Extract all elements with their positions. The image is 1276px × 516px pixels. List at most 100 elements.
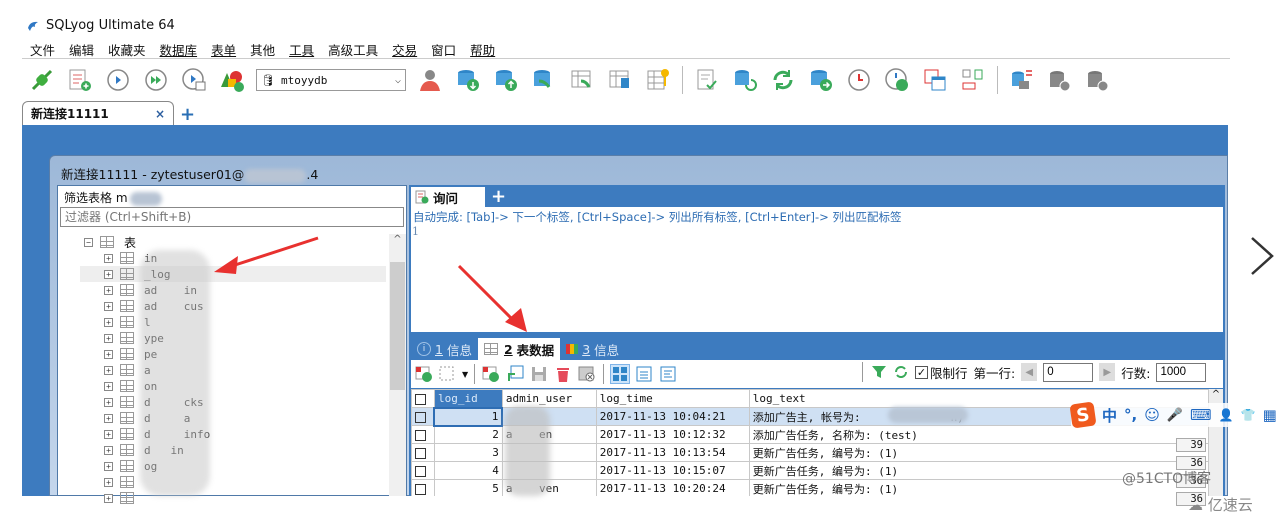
- cell-log-id[interactable]: 4: [433, 461, 503, 480]
- column-header-admin-user[interactable]: admin_user: [501, 389, 597, 408]
- expand-icon[interactable]: +: [104, 461, 113, 471]
- execute-all-button[interactable]: [142, 66, 170, 94]
- restore-db-button[interactable]: [492, 66, 520, 94]
- menu-window[interactable]: 窗口: [431, 40, 456, 59]
- expand-icon[interactable]: +: [104, 381, 113, 391]
- emoji-icon[interactable]: ☺: [1144, 406, 1160, 424]
- dropdown-icon[interactable]: ▼: [462, 370, 468, 379]
- tree-table-item[interactable]: +d info: [80, 426, 386, 442]
- expand-icon[interactable]: +: [104, 493, 113, 503]
- save-button[interactable]: [529, 364, 549, 384]
- limit-rows-checkbox[interactable]: ✓ 限制行: [915, 363, 968, 382]
- tree-scrollbar-thumb[interactable]: [390, 262, 405, 390]
- refresh-icon[interactable]: [893, 364, 909, 380]
- expand-icon[interactable]: +: [104, 317, 113, 327]
- scroll-up-icon[interactable]: ^: [389, 234, 406, 245]
- menu-others[interactable]: 其他: [250, 40, 275, 59]
- insert-row-button[interactable]: [414, 364, 434, 384]
- cell-log-id[interactable]: 1: [433, 406, 504, 427]
- grid-view-button[interactable]: [610, 364, 631, 384]
- cell-log-text[interactable]: 添加广告任务, 名称为: (test): [748, 425, 1209, 444]
- execute-query-button[interactable]: [104, 66, 132, 94]
- tree-table-item[interactable]: +ad in: [80, 282, 386, 298]
- expand-icon[interactable]: +: [104, 301, 113, 311]
- ime-chinese-mode[interactable]: 中: [1102, 405, 1117, 426]
- menu-powertools[interactable]: 高级工具: [328, 40, 378, 59]
- tree-table-item[interactable]: +ad cus: [80, 298, 386, 314]
- new-connection-button[interactable]: [28, 66, 56, 94]
- add-connection-tab-button[interactable]: +: [180, 105, 195, 125]
- cell-log-time[interactable]: 2017-11-13 10:13:54: [595, 443, 750, 462]
- collapse-icon[interactable]: −: [84, 237, 93, 247]
- form-view-button[interactable]: [634, 364, 654, 384]
- add-row-button[interactable]: [481, 364, 501, 384]
- expand-icon[interactable]: +: [104, 333, 113, 343]
- prev-page-button[interactable]: ◀: [1021, 363, 1038, 381]
- row-checkbox[interactable]: [411, 461, 435, 480]
- expand-icon[interactable]: +: [104, 365, 113, 375]
- filter-icon[interactable]: [871, 364, 887, 380]
- row-checkbox[interactable]: [411, 425, 435, 444]
- tab-info[interactable]: 3 信息: [560, 338, 625, 360]
- new-query-button[interactable]: [66, 66, 94, 94]
- execute-edit-button[interactable]: [180, 66, 208, 94]
- tree-table-item[interactable]: +: [80, 474, 386, 490]
- cell-log-time[interactable]: 2017-11-13 10:20:24: [595, 479, 750, 496]
- next-page-button[interactable]: ▶: [1099, 363, 1116, 381]
- tree-table-item[interactable]: +: [80, 490, 386, 506]
- tree-table-item[interactable]: +d cks: [80, 394, 386, 410]
- expand-icon[interactable]: +: [104, 285, 113, 295]
- expand-icon[interactable]: +: [104, 349, 113, 359]
- cell-log-id[interactable]: 5: [433, 479, 503, 496]
- expand-icon[interactable]: +: [104, 429, 113, 439]
- add-query-tab-button[interactable]: +: [491, 186, 506, 207]
- menu-edit[interactable]: 编辑: [69, 40, 94, 59]
- menu-table[interactable]: 表单: [211, 40, 236, 59]
- cell-log-text[interactable]: 更新广告任务, 编号为: (1): [748, 443, 1209, 462]
- duplicate-row-button[interactable]: [438, 364, 458, 384]
- expand-icon[interactable]: +: [104, 269, 113, 279]
- tree-table-item[interactable]: +a: [80, 362, 386, 378]
- scheduled-job-run-button[interactable]: [883, 66, 911, 94]
- ime-punctuation[interactable]: °,: [1124, 406, 1137, 424]
- menu-favorites[interactable]: 收藏夹: [108, 40, 146, 59]
- tab-query[interactable]: 询问: [411, 187, 485, 207]
- table-diagnostics-button[interactable]: [606, 66, 634, 94]
- menu-file[interactable]: 文件: [30, 40, 55, 59]
- delete-row-button[interactable]: [553, 364, 573, 384]
- scroll-up-icon[interactable]: ^: [1209, 389, 1223, 400]
- scheduled-job-button[interactable]: [845, 66, 873, 94]
- expand-icon[interactable]: +: [104, 413, 113, 423]
- tree-table-item[interactable]: +og: [80, 458, 386, 474]
- import-table-button[interactable]: [568, 66, 596, 94]
- clear-button[interactable]: [577, 364, 597, 384]
- next-slide-arrow[interactable]: [1246, 236, 1276, 276]
- query-builder-button[interactable]: [693, 66, 721, 94]
- row-checkbox[interactable]: [411, 443, 435, 462]
- expand-icon[interactable]: +: [104, 397, 113, 407]
- copy-db-button[interactable]: [807, 66, 835, 94]
- user-manager-button[interactable]: [416, 66, 444, 94]
- keyboard-icon[interactable]: ⌨: [1190, 406, 1212, 424]
- row-checkbox[interactable]: [411, 407, 435, 426]
- tree-table-item[interactable]: +pe: [80, 346, 386, 362]
- db-restore-button[interactable]: [1084, 66, 1112, 94]
- cell-log-time[interactable]: 2017-11-13 10:04:21: [595, 407, 750, 426]
- user-icon[interactable]: 👤: [1219, 408, 1234, 422]
- tab-messages[interactable]: i 1 信息: [411, 338, 478, 360]
- cell-log-id[interactable]: 3: [433, 443, 503, 462]
- first-row-input[interactable]: [1043, 362, 1094, 382]
- tree-table-item[interactable]: +d a: [80, 410, 386, 426]
- index-manager-button[interactable]: [644, 66, 672, 94]
- data-compare-button[interactable]: [959, 66, 987, 94]
- skin-icon[interactable]: 👕: [1241, 408, 1256, 422]
- cell-log-time[interactable]: 2017-11-13 10:12:32: [595, 425, 750, 444]
- connection-tab[interactable]: 新连接11111 ×: [22, 101, 174, 125]
- column-header-log-id[interactable]: log_id: [433, 389, 503, 408]
- import-external-button[interactable]: [530, 66, 558, 94]
- expand-icon[interactable]: +: [104, 253, 113, 263]
- tree-table-item[interactable]: +l: [80, 314, 386, 330]
- grid-menu-icon[interactable]: ▦: [1263, 406, 1276, 424]
- database-select[interactable]: 🛢 mtoyydb ⌵: [256, 69, 406, 91]
- tree-table-item[interactable]: +on: [80, 378, 386, 394]
